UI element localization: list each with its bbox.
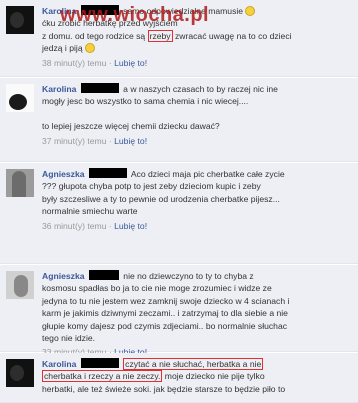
comment-text: Aco dzieci maja pic cherbatke całe zycie: [130, 169, 285, 179]
comment-text: głupie komy dajesz pod czymis zdjeciami.…: [42, 320, 288, 331]
comment-body: Agnieszka nie no dziewczyno to ty to chy…: [42, 270, 348, 359]
smiley-icon: [85, 43, 95, 54]
comment-text: jedzą i piją: [42, 43, 83, 54]
comment: Karolina czytać a nie słuchać, herbatka …: [0, 353, 358, 403]
comment: Agnieszka nie no dziewczyno to ty to chy…: [0, 265, 358, 357]
comment: Karolina a w naszych czasach to by racze…: [0, 78, 358, 162]
comment-meta: 36 minut(y) temu · Lubię to!: [42, 220, 148, 231]
comment-text: moje dziecko nie pije tylko: [164, 371, 265, 382]
comment-text: mogły jesc bo wszystko to sama chemia i …: [42, 96, 249, 107]
avatar[interactable]: [6, 84, 34, 112]
redacted-name: [80, 83, 119, 93]
comment-body: Karolina czytać a nie słuchać, herbatka …: [42, 358, 348, 395]
comment-text: normalnie smiechu warte: [42, 206, 138, 217]
comment-time[interactable]: 37 minut(y) temu: [42, 136, 106, 146]
comment-text: nie no dziewczyno to ty to chyba z: [123, 271, 254, 281]
comment-author[interactable]: Karolina: [42, 84, 76, 94]
comment-text: kosmosu spadłas bo ja to cie nie moge zr…: [42, 283, 272, 294]
watermark: www.wiocha.pl: [60, 4, 210, 26]
avatar[interactable]: [6, 359, 34, 387]
avatar[interactable]: [6, 6, 34, 34]
comment-meta: 37 minut(y) temu · Lubię to!: [42, 135, 148, 146]
comment-text: zwracać uwagę na to co dzieci: [174, 30, 292, 41]
like-link[interactable]: Lubię to!: [114, 136, 147, 146]
highlighted-text: cherbatka i rzeczy a nie zeczy.: [42, 370, 163, 383]
comment-text: z domu. od tego rodzice są: [42, 30, 146, 41]
comment-author[interactable]: Karolina: [42, 359, 76, 369]
comment-body: Agnieszka Aco dzieci maja pic cherbatke …: [42, 168, 348, 232]
like-link[interactable]: Lubię to!: [114, 58, 147, 68]
comment-text: tego nie idzie.: [42, 333, 96, 344]
avatar[interactable]: [6, 169, 34, 197]
comment-text: ??? głupota chyba potp to jest zeby dzie…: [42, 181, 261, 192]
comment-text: to lepiej jeszcze więcej chemii dziecku …: [42, 121, 220, 132]
comment: Agnieszka Aco dzieci maja pic cherbatke …: [0, 163, 358, 264]
avatar[interactable]: [6, 271, 34, 299]
redacted-name: [88, 270, 119, 280]
comment-time[interactable]: 38 minut(y) temu: [42, 58, 106, 68]
comment-feed: Karolina samo odpowiedzialne mamusie ćku…: [0, 0, 358, 403]
comment-text: a w naszych czasach to by raczej nic ine: [123, 84, 278, 94]
highlighted-word: rzeby: [147, 29, 173, 42]
highlighted-text: czytać a nie słuchać, herbatka a nie: [123, 358, 264, 370]
comment-text: karm je jakimis dziwnymi zeczami.. i zat…: [42, 308, 288, 319]
redacted-name: [80, 358, 119, 368]
smiley-icon: [245, 6, 256, 16]
comment-text: były szczesliwe a ty to pewnie od urodze…: [42, 193, 280, 204]
comment: Karolina samo odpowiedzialne mamusie ćku…: [0, 0, 358, 77]
comment-body: Karolina a w naszych czasach to by racze…: [42, 83, 348, 147]
comment-meta: 38 minut(y) temu · Lubię to!: [42, 57, 148, 68]
comment-time[interactable]: 36 minut(y) temu: [42, 221, 106, 231]
comment-text: herbatki, ale też świeże soki. jak będzi…: [42, 383, 286, 394]
like-link[interactable]: Lubię to!: [114, 221, 147, 231]
comment-author[interactable]: Agnieszka: [42, 169, 85, 179]
comment-text: jedyna to tu nie jestem wez zamknij swoj…: [42, 295, 290, 306]
comment-author[interactable]: Agnieszka: [42, 271, 85, 281]
redacted-name: [88, 168, 127, 178]
